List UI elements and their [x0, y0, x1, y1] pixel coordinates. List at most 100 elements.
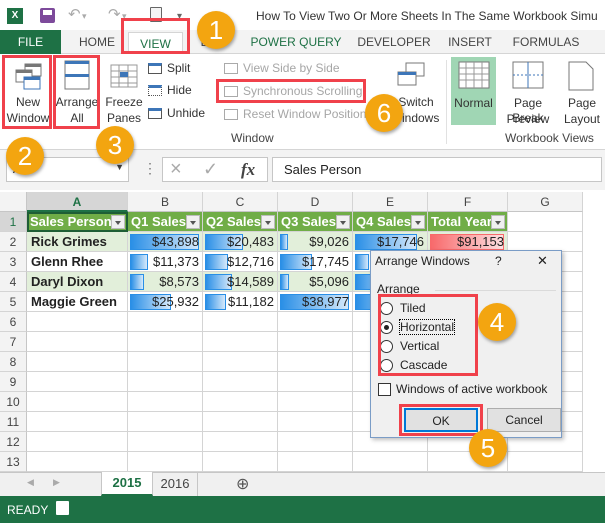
cell-a1[interactable]: Sales Person: [27, 212, 128, 232]
column-header-e[interactable]: E: [353, 192, 428, 212]
column-header-d[interactable]: D: [278, 192, 353, 212]
cell-g13[interactable]: [508, 452, 583, 472]
row-header-13[interactable]: 13: [0, 452, 27, 472]
cell-a2[interactable]: Rick Grimes: [27, 232, 128, 252]
row-header-8[interactable]: 8: [0, 352, 27, 372]
cell-b12[interactable]: [128, 432, 203, 452]
tab-power-query[interactable]: POWER QUERY: [250, 30, 342, 54]
split-button[interactable]: Split: [148, 60, 208, 78]
cell-e1[interactable]: Q4 Sales: [353, 212, 428, 232]
cell-c12[interactable]: [203, 432, 278, 452]
freeze-panes-button[interactable]: Freeze Panes: [104, 58, 144, 128]
view-side-by-side-button[interactable]: View Side by Side: [224, 60, 354, 78]
dialog-help-button[interactable]: ?: [495, 254, 502, 268]
hide-button[interactable]: Hide: [148, 82, 208, 100]
column-header-a[interactable]: A: [27, 192, 128, 212]
cell-b2[interactable]: $43,898: [128, 232, 203, 252]
macro-recording-icon[interactable]: [56, 501, 69, 515]
cell-d12[interactable]: [278, 432, 353, 452]
select-all-button[interactable]: [0, 192, 27, 212]
cell-c1[interactable]: Q2 Sales: [203, 212, 278, 232]
column-header-c[interactable]: C: [203, 192, 278, 212]
save-icon[interactable]: [40, 8, 55, 23]
sheet-tab-2015[interactable]: 2015: [101, 472, 153, 496]
page-break-preview-button[interactable]: Page Break Preview: [498, 57, 558, 127]
cell-d2[interactable]: $9,026: [278, 232, 353, 252]
filter-dropdown-icon[interactable]: [261, 215, 275, 229]
row-header-10[interactable]: 10: [0, 392, 27, 412]
cell-d4[interactable]: $5,096: [278, 272, 353, 292]
scroll-tabs-right-icon[interactable]: ▶: [53, 477, 60, 488]
filter-dropdown-icon[interactable]: [336, 215, 350, 229]
insert-function-icon[interactable]: fx: [241, 160, 255, 180]
cell-b9[interactable]: [128, 372, 203, 392]
cell-d3[interactable]: $17,745: [278, 252, 353, 272]
sheet-tab-2016[interactable]: 2016: [153, 473, 198, 496]
unhide-button[interactable]: Unhide: [148, 105, 208, 123]
row-header-11[interactable]: 11: [0, 412, 27, 432]
cell-g2[interactable]: [508, 232, 583, 252]
cell-c4[interactable]: $14,589: [203, 272, 278, 292]
filter-dropdown-icon[interactable]: [186, 215, 200, 229]
cell-a10[interactable]: [27, 392, 128, 412]
redo-icon[interactable]: ↷: [108, 5, 121, 23]
cell-c8[interactable]: [203, 352, 278, 372]
tab-developer[interactable]: DEVELOPER: [356, 30, 432, 54]
cell-a12[interactable]: [27, 432, 128, 452]
cell-d8[interactable]: [278, 352, 353, 372]
cancel-button[interactable]: Cancel: [487, 408, 561, 432]
cell-c9[interactable]: [203, 372, 278, 392]
filter-dropdown-icon[interactable]: [111, 215, 125, 229]
cell-f2[interactable]: $91,153: [428, 232, 508, 252]
dialog-close-button[interactable]: ✕: [537, 253, 548, 269]
row-header-3[interactable]: 3: [0, 252, 27, 272]
cell-a4[interactable]: Daryl Dixon: [27, 272, 128, 292]
cell-b7[interactable]: [128, 332, 203, 352]
cell-a3[interactable]: Glenn Rhee: [27, 252, 128, 272]
row-header-1[interactable]: 1: [0, 212, 27, 232]
cell-b5[interactable]: $25,932: [128, 292, 203, 312]
cell-d7[interactable]: [278, 332, 353, 352]
cell-d11[interactable]: [278, 412, 353, 432]
row-header-4[interactable]: 4: [0, 272, 27, 292]
cancel-icon[interactable]: ×: [170, 158, 182, 181]
row-header-6[interactable]: 6: [0, 312, 27, 332]
row-header-7[interactable]: 7: [0, 332, 27, 352]
add-sheet-icon[interactable]: ⊕: [236, 474, 249, 494]
cell-c3[interactable]: $12,716: [203, 252, 278, 272]
cell-c11[interactable]: [203, 412, 278, 432]
cell-b3[interactable]: $11,373: [128, 252, 203, 272]
cell-c7[interactable]: [203, 332, 278, 352]
cell-a7[interactable]: [27, 332, 128, 352]
cell-c6[interactable]: [203, 312, 278, 332]
cell-c10[interactable]: [203, 392, 278, 412]
cell-a11[interactable]: [27, 412, 128, 432]
cell-d13[interactable]: [278, 452, 353, 472]
undo-dropdown-icon[interactable]: ▾: [82, 11, 87, 22]
scroll-tabs-left-icon[interactable]: ◀: [27, 477, 34, 488]
cell-c5[interactable]: $11,182: [203, 292, 278, 312]
cell-d10[interactable]: [278, 392, 353, 412]
cell-d6[interactable]: [278, 312, 353, 332]
formula-input[interactable]: Sales Person: [272, 157, 602, 182]
column-header-f[interactable]: F: [428, 192, 508, 212]
tab-formulas[interactable]: FORMULAS: [508, 30, 584, 54]
normal-view-button[interactable]: Normal: [451, 57, 496, 125]
windows-of-active-workbook-checkbox[interactable]: [378, 383, 391, 396]
cell-a9[interactable]: [27, 372, 128, 392]
cell-e13[interactable]: [353, 452, 428, 472]
filter-dropdown-icon[interactable]: [491, 215, 505, 229]
tab-file[interactable]: FILE: [0, 30, 61, 54]
cell-a6[interactable]: [27, 312, 128, 332]
cell-d1[interactable]: Q3 Sales: [278, 212, 353, 232]
cell-d5[interactable]: $38,977: [278, 292, 353, 312]
cell-f1[interactable]: Total Year: [428, 212, 508, 232]
undo-icon[interactable]: ↶: [68, 5, 81, 23]
cell-b13[interactable]: [128, 452, 203, 472]
enter-icon[interactable]: ✓: [203, 159, 218, 180]
row-header-2[interactable]: 2: [0, 232, 27, 252]
cell-b11[interactable]: [128, 412, 203, 432]
cell-c2[interactable]: $20,483: [203, 232, 278, 252]
cell-a13[interactable]: [27, 452, 128, 472]
formula-bar-grip-icon[interactable]: ⋮: [143, 160, 157, 177]
